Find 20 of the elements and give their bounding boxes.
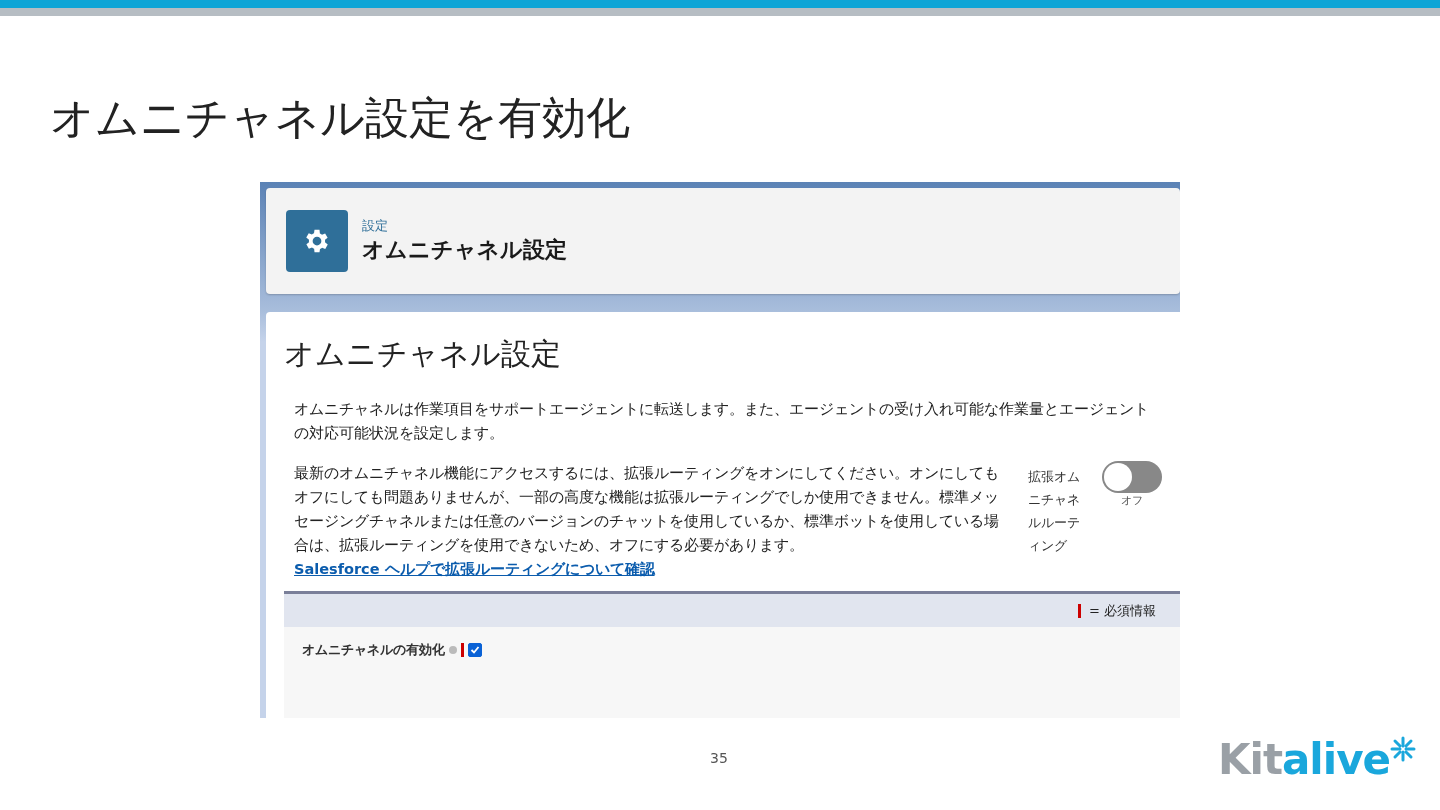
page-number: 35 xyxy=(710,750,728,766)
toggle-switch[interactable] xyxy=(1102,461,1162,493)
required-legend: = 必須情報 xyxy=(1088,601,1156,620)
description: オムニチャネルは作業項目をサポートエージェントに転送します。また、エージェントの受け入れ可能な作業量とエージェントの対応可能状況を設定します。 xyxy=(294,400,1150,443)
page-title: オムニチャネル設定 xyxy=(362,236,567,264)
asterisk-icon xyxy=(1390,736,1416,762)
section-heading: オムニチャネル設定 xyxy=(284,335,562,373)
slide-title: オムニチャネル設定を有効化 xyxy=(50,91,630,145)
help-link[interactable]: Salesforce ヘルプで拡張ルーティングについて確認 xyxy=(294,561,655,577)
toggle-state: オフ xyxy=(1121,493,1143,508)
settings-icon xyxy=(286,210,348,272)
required-marker xyxy=(1077,603,1081,618)
help-icon[interactable] xyxy=(449,646,457,654)
field-label: オムニチャネルの有効化 xyxy=(302,641,445,659)
toggle-label: 拡張オムニチャネルルーティング xyxy=(1028,468,1081,555)
breadcrumb[interactable]: 設定 xyxy=(362,217,567,235)
routing-description: 最新のオムニチャネル機能にアクセスするには、拡張ルーティングをオンにしてください。オンにしてもオフにしても問題ありませんが、一部の高度な機能は拡張ルーティングでしか使用できません。標準メッセージングチャネルまたは任意のバージョンのチャットを使用しているか、標準ボットを使用している場合は、拡張ルーティングを使用できないため、オフにする必要があります。 Salesforce ヘルプで拡張ルーティングについて確認 xyxy=(294,464,1000,579)
required-marker xyxy=(461,643,464,657)
logo-wordmark: Kitalive xyxy=(1217,736,1390,784)
checkbox[interactable] xyxy=(468,643,482,657)
